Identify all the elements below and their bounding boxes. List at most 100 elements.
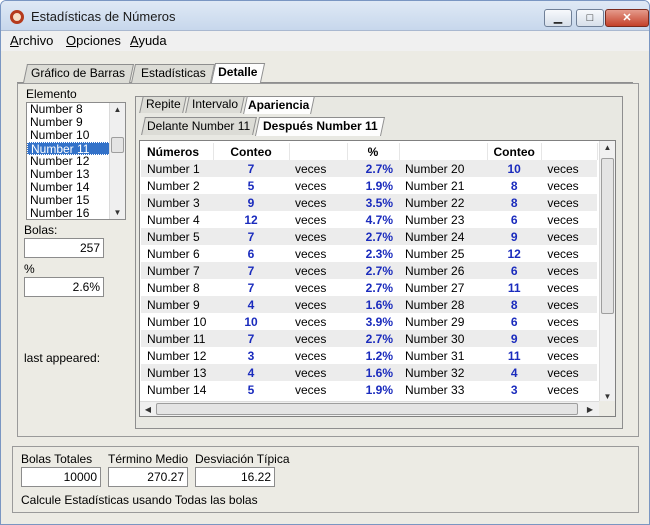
- col-header-conteo[interactable]: Conteo: [213, 143, 290, 160]
- table-row[interactable]: Number 13 4 veces 1.6% Number 32 4 veces: [141, 364, 598, 381]
- cell-number: Number 10: [147, 314, 207, 329]
- scroll-left-icon[interactable]: ◀: [142, 403, 154, 416]
- col-header-numeros[interactable]: Números: [141, 143, 214, 160]
- scroll-right-icon[interactable]: ▶: [584, 403, 596, 416]
- cell-number: Number 13: [141, 364, 213, 381]
- results-table: Números Conteo % Conteo Number 1 7 veces 2.…: [141, 143, 598, 398]
- maximize-button[interactable]: □: [576, 9, 604, 27]
- cell-number: Number 11: [141, 330, 213, 347]
- results-grid[interactable]: Números Conteo % Conteo Number 1 7 veces 2.…: [139, 140, 616, 417]
- menu-archivo[interactable]: Archivo: [10, 33, 53, 48]
- list-item[interactable]: Number 10: [27, 129, 111, 142]
- cell-count: 7: [213, 330, 289, 347]
- scroll-up-icon[interactable]: ▲: [600, 141, 615, 154]
- last-appeared-label: last appeared:: [24, 351, 101, 365]
- main-tabstrip: Gráfico de Barras Estadísticas Detalle: [17, 63, 633, 83]
- col-header-percent[interactable]: %: [347, 143, 400, 160]
- tab-estadisticas[interactable]: Estadísticas: [130, 64, 216, 83]
- table-row[interactable]: Number 2 5 veces 1.9% Number 21 8 veces: [141, 177, 597, 194]
- minimize-button[interactable]: ▁: [544, 9, 572, 27]
- cell-percent: 2.7%: [347, 330, 399, 347]
- tab-despues[interactable]: Después Number 11: [254, 117, 386, 136]
- cell-veces-2: veces: [541, 160, 598, 177]
- element-listbox[interactable]: Number 8 Number 9 Number 10 Number 11 Nu…: [26, 102, 126, 220]
- grid-body: Number 1 7 veces 2.7% Number 20 10 veces Number…: [141, 160, 598, 398]
- cell-count: 7: [247, 280, 255, 295]
- cell-number: Number 3: [141, 194, 213, 211]
- cell-veces: veces: [289, 330, 347, 347]
- tab-delante[interactable]: Delante Number 11: [141, 117, 257, 135]
- scroll-thumb[interactable]: [156, 403, 578, 415]
- cell-number-2: Number 22: [399, 194, 487, 211]
- cell-count-2: 12: [507, 246, 521, 261]
- menu-ayuda[interactable]: Ayuda: [130, 33, 167, 48]
- cell-count: 7: [213, 160, 289, 177]
- table-row[interactable]: Number 5 7 veces 2.7% Number 24 9 veces: [141, 228, 598, 245]
- tab-detalle[interactable]: Detalle: [210, 63, 266, 83]
- cell-veces: veces: [295, 280, 327, 295]
- cell-number-2: Number 28: [399, 296, 487, 313]
- col-header-numeros-2[interactable]: [399, 143, 488, 160]
- col-header-blank-2[interactable]: [541, 143, 598, 160]
- cell-percent: 1.2%: [365, 348, 393, 363]
- cell-veces-2: veces: [541, 364, 598, 381]
- cell-number-2: Number 25: [405, 246, 465, 261]
- close-button[interactable]: ✕: [605, 9, 649, 27]
- table-row[interactable]: Number 7 7 veces 2.7% Number 26 6 veces: [141, 262, 598, 279]
- termino-medio-label: Término Medio: [108, 452, 189, 466]
- col-header-conteo-2[interactable]: Conteo: [487, 143, 542, 160]
- status-text: Calcule Estadísticas usando Todas las bo…: [21, 493, 258, 507]
- col-header-blank[interactable]: [289, 143, 348, 160]
- tab-grafico-barras[interactable]: Gráfico de Barras: [22, 64, 135, 83]
- menu-opciones[interactable]: Opciones: [66, 33, 121, 48]
- list-item[interactable]: Number 16: [27, 207, 111, 220]
- cell-number: Number 8: [147, 280, 200, 295]
- scroll-thumb[interactable]: [111, 137, 124, 153]
- table-row[interactable]: Number 10 10 veces 3.9% Number 29 6 veces: [141, 313, 597, 330]
- cell-veces: veces: [289, 228, 347, 245]
- cell-percent: 3.9%: [365, 314, 393, 329]
- termino-medio-field: 270.27: [108, 467, 188, 487]
- title-bar[interactable]: Estadísticas de Números ▁ □ ✕: [1, 1, 649, 31]
- table-row[interactable]: Number 9 4 veces 1.6% Number 28 8 veces: [141, 296, 598, 313]
- table-row[interactable]: Number 8 7 veces 2.7% Number 27 11 veces: [141, 279, 597, 296]
- cell-number-2: Number 30: [399, 330, 487, 347]
- window-title: Estadísticas de Números: [31, 9, 176, 24]
- table-row[interactable]: Number 14 5 veces 1.9% Number 33 3 veces: [141, 381, 597, 398]
- cell-count-2: 8: [487, 296, 542, 313]
- cell-veces-2: veces: [547, 178, 579, 193]
- table-row[interactable]: Number 12 3 veces 1.2% Number 31 11 veces: [141, 347, 597, 364]
- listbox-scrollbar[interactable]: ▲ ▼: [109, 103, 125, 219]
- scroll-down-icon[interactable]: ▼: [110, 206, 125, 219]
- grid-vertical-scrollbar[interactable]: ▲ ▼: [599, 141, 615, 403]
- menu-bar: Archivo Opciones Ayuda: [1, 31, 649, 51]
- grid-horizontal-scrollbar[interactable]: ◀ ▶: [140, 401, 600, 416]
- cell-veces: veces: [295, 178, 327, 193]
- cell-percent: 2.3%: [365, 246, 393, 261]
- table-row[interactable]: Number 4 12 veces 4.7% Number 23 6 veces: [141, 211, 597, 228]
- scroll-thumb[interactable]: [601, 158, 614, 314]
- cell-count-2: 9: [487, 228, 542, 245]
- cell-veces-2: veces: [547, 246, 579, 261]
- table-row[interactable]: Number 6 6 veces 2.3% Number 25 12 veces: [141, 245, 597, 262]
- cell-count: 4: [213, 296, 289, 313]
- tab-apariencia[interactable]: Apariencia: [243, 96, 315, 114]
- cell-percent: 1.6%: [347, 296, 399, 313]
- cell-veces-2: veces: [541, 262, 598, 279]
- table-row[interactable]: Number 1 7 veces 2.7% Number 20 10 veces: [141, 160, 598, 177]
- table-row[interactable]: Number 11 7 veces 2.7% Number 30 9 veces: [141, 330, 598, 347]
- cell-number-2: Number 31: [405, 348, 465, 363]
- table-row[interactable]: Number 3 9 veces 3.5% Number 22 8 veces: [141, 194, 598, 211]
- cell-count-2: 4: [487, 364, 542, 381]
- cell-veces: veces: [289, 262, 347, 279]
- app-window: Estadísticas de Números ▁ □ ✕ Archivo Op…: [0, 0, 650, 525]
- cell-number: Number 12: [147, 348, 207, 363]
- cell-count-2: 6: [510, 314, 518, 329]
- cell-veces-2: veces: [547, 280, 579, 295]
- desviacion-label: Desviación Típica: [195, 452, 290, 466]
- desviacion-field: 16.22: [195, 467, 275, 487]
- app-icon: [10, 10, 24, 24]
- scroll-up-icon[interactable]: ▲: [110, 103, 125, 116]
- tab-intervalo[interactable]: Intervalo: [185, 96, 245, 113]
- tab-repite[interactable]: Repite: [139, 96, 187, 113]
